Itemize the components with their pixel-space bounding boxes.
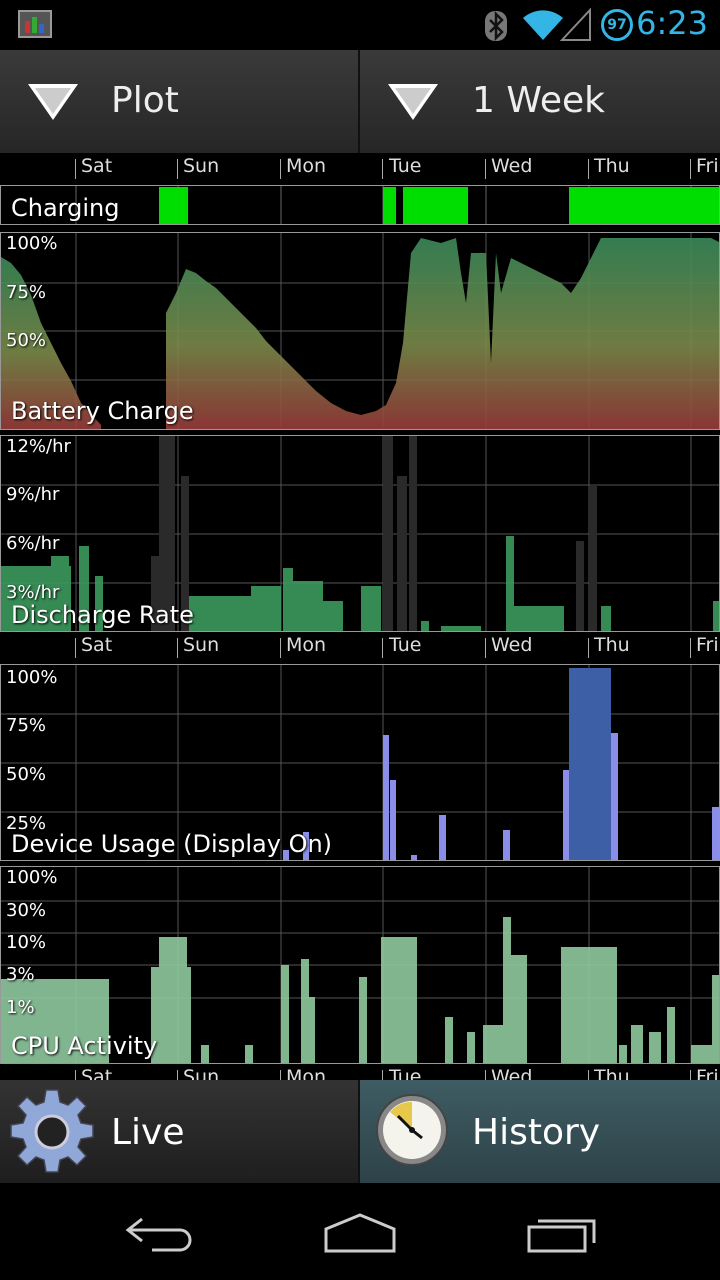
day-label-thu: Thu: [594, 634, 630, 656]
device-usage-chart: 100% 75% 50% 25% Device Usage (Display O…: [0, 664, 720, 861]
cpu-activity-chart: 100% 30% 10% 3% 1% CPU Activity: [0, 866, 720, 1064]
cpu-y-1: 1%: [6, 997, 35, 1018]
day-label-sun: Sun: [183, 634, 220, 656]
dropdown-triangle-icon: [28, 84, 78, 120]
day-label-thu: Thu: [594, 1066, 630, 1080]
cpu-activity-title: CPU Activity: [11, 1032, 158, 1060]
history-graphs[interactable]: Sat Sun Mon Tue Wed Thu Fri Charging 100…: [0, 153, 720, 1080]
discharge-rate-chart: 12%/hr 9%/hr 6%/hr 3%/hr Discharge Rate: [0, 435, 720, 632]
cell-signal-icon: [560, 8, 591, 41]
clock-icon: [376, 1094, 448, 1166]
day-axis-top: Sat Sun Mon Tue Wed Thu Fri: [0, 153, 720, 185]
discharge-y-3: 3%/hr: [6, 582, 60, 603]
day-label-mon: Mon: [286, 155, 327, 177]
day-label-thu: Thu: [594, 155, 630, 177]
day-label-fri: Fri: [696, 634, 719, 656]
day-axis-middle: Sat Sun Mon Tue Wed Thu Fri: [0, 632, 720, 664]
gear-icon: [10, 1089, 94, 1173]
day-label-fri: Fri: [696, 155, 719, 177]
status-clock: 6:23: [636, 4, 708, 42]
cpu-y-3: 3%: [6, 964, 35, 985]
battery-y-50: 50%: [6, 330, 47, 351]
day-axis-bottom: Sat Sun Mon Tue Wed Thu Fri: [0, 1066, 720, 1080]
cpu-y-100: 100%: [6, 867, 58, 888]
system-nav-bar: [0, 1183, 720, 1280]
day-label-mon: Mon: [286, 1066, 327, 1080]
usage-y-75: 75%: [6, 715, 47, 736]
charging-title: Charging: [11, 194, 120, 222]
day-label-sun: Sun: [183, 1066, 220, 1080]
battery-charge-chart: 100% 75% 50% Battery Charge: [0, 232, 720, 430]
discharge-rate-title: Discharge Rate: [11, 601, 194, 629]
wifi-icon: [523, 10, 563, 40]
device-usage-title: Device Usage (Display On): [11, 830, 333, 858]
dropdown-triangle-icon: [388, 84, 438, 120]
status-bar: 97 6:23: [0, 0, 720, 50]
day-label-wed: Wed: [491, 634, 533, 656]
range-dropdown-label: 1 Week: [472, 80, 605, 121]
day-label-sun: Sun: [183, 155, 220, 177]
app-notification-icon: [18, 10, 52, 38]
plot-dropdown-label: Plot: [111, 80, 179, 121]
day-label-sat: Sat: [81, 634, 113, 656]
cpu-y-30: 30%: [6, 900, 47, 921]
back-icon[interactable]: [122, 1213, 196, 1253]
battery-level: 97: [607, 17, 627, 33]
day-label-wed: Wed: [491, 1066, 533, 1080]
day-label-tue: Tue: [389, 634, 422, 656]
tab-live[interactable]: Live: [0, 1080, 360, 1183]
recent-apps-icon[interactable]: [526, 1213, 598, 1255]
home-icon[interactable]: [322, 1211, 398, 1255]
battery-charge-title: Battery Charge: [11, 397, 194, 425]
day-label-sat: Sat: [81, 155, 113, 177]
day-label-mon: Mon: [286, 634, 327, 656]
bluetooth-icon: [485, 10, 507, 42]
tab-history[interactable]: History: [360, 1080, 720, 1183]
usage-y-100: 100%: [6, 667, 58, 688]
discharge-y-9: 9%/hr: [6, 484, 60, 505]
discharge-y-6: 6%/hr: [6, 533, 60, 554]
day-label-sat: Sat: [81, 1066, 113, 1080]
tab-live-label: Live: [111, 1112, 185, 1153]
tab-history-label: History: [472, 1112, 601, 1153]
charging-chart: Charging: [0, 185, 720, 225]
battery-y-75: 75%: [6, 282, 47, 303]
usage-y-50: 50%: [6, 764, 47, 785]
day-label-fri: Fri: [696, 1066, 719, 1080]
plot-type-dropdown[interactable]: Plot: [0, 50, 360, 153]
day-label-wed: Wed: [491, 155, 533, 177]
discharge-y-12: 12%/hr: [6, 436, 71, 457]
day-label-tue: Tue: [389, 155, 422, 177]
time-range-dropdown[interactable]: 1 Week: [360, 50, 720, 153]
cpu-y-10: 10%: [6, 932, 47, 953]
battery-y-100: 100%: [6, 233, 58, 254]
battery-icon: 97: [601, 9, 633, 41]
day-label-tue: Tue: [389, 1066, 422, 1080]
toolbar: Plot 1 Week: [0, 50, 720, 153]
bottom-tab-bar: Live History: [0, 1080, 720, 1183]
